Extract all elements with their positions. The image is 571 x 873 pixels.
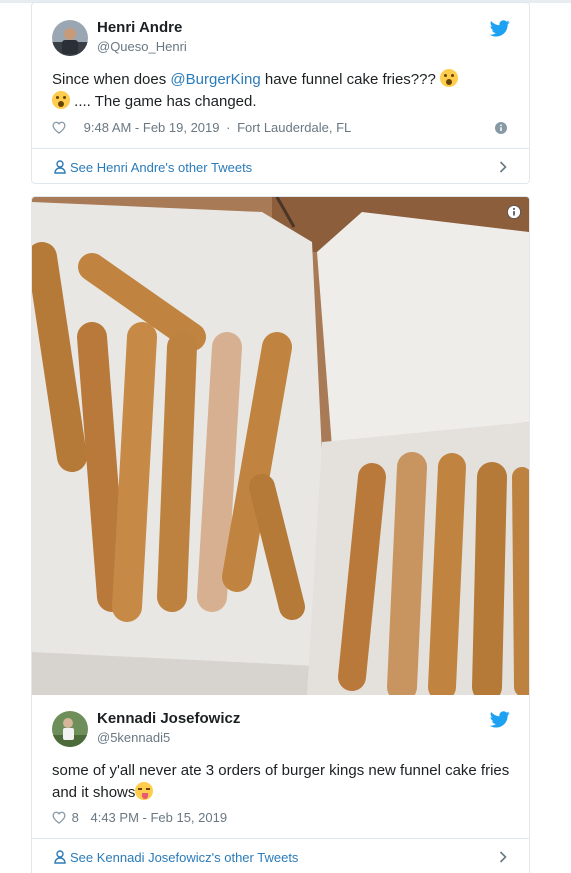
funnel-cake-fries-image [32, 197, 529, 702]
tweet-text-part: .... The game has changed. [70, 93, 257, 110]
tweet-card-henri[interactable]: Henri Andre @Queso_Henri Since when does… [31, 2, 530, 184]
twitter-bird-icon[interactable] [490, 711, 510, 728]
chevron-right-icon[interactable] [499, 161, 507, 173]
author-name[interactable]: Henri Andre [97, 19, 182, 36]
see-other-tweets-label[interactable]: See Kennadi Josefowicz's other Tweets [70, 850, 298, 865]
twitter-bird-icon[interactable] [490, 20, 510, 37]
meta-separator: · [226, 120, 231, 135]
mention-link[interactable]: @BurgerKing [170, 71, 260, 88]
user-icon [54, 160, 66, 174]
see-other-tweets-link[interactable]: See Henri Andre's other Tweets [32, 149, 529, 183]
like-count[interactable]: 8 [72, 810, 79, 825]
author-handle[interactable]: @Queso_Henri [97, 39, 187, 54]
tweet-card-kennadi[interactable]: Kennadi Josefowicz @5kennadi5 some of y'… [31, 196, 530, 873]
tweet-meta: 9:48 AM - Feb 19, 2019 · Fort Lauderdale… [52, 120, 351, 135]
tweet-photo[interactable] [32, 197, 529, 702]
tweet-meta: 8 4:43 PM - Feb 15, 2019 [52, 810, 227, 825]
author-handle[interactable]: @5kennadi5 [97, 730, 170, 745]
yum-emoji [135, 782, 154, 800]
tweet-text: Since when does @BurgerKing have funnel … [52, 69, 512, 113]
avatar[interactable] [52, 20, 88, 56]
scream-emoji [52, 91, 70, 109]
tweet-text-part: have funnel cake fries??? [260, 71, 440, 88]
author-name[interactable]: Kennadi Josefowicz [97, 710, 240, 727]
see-other-tweets-link[interactable]: See Kennadi Josefowicz's other Tweets [32, 839, 529, 873]
tweet-text: some of y'all never ate 3 orders of burg… [52, 760, 512, 804]
info-icon[interactable] [495, 122, 507, 134]
heart-icon[interactable] [52, 121, 66, 134]
tweet-text-part: some of y'all never ate 3 orders of burg… [52, 762, 510, 801]
scream-emoji [440, 69, 458, 87]
user-icon [54, 850, 66, 864]
heart-icon[interactable] [52, 811, 66, 824]
avatar[interactable] [52, 711, 88, 747]
tweet-timestamp[interactable]: 9:48 AM - Feb 19, 2019 [84, 120, 220, 135]
tweet-text-part: Since when does [52, 71, 171, 88]
see-other-tweets-label[interactable]: See Henri Andre's other Tweets [70, 160, 252, 175]
chevron-right-icon[interactable] [499, 851, 507, 863]
info-icon[interactable] [507, 205, 521, 219]
tweet-location[interactable]: Fort Lauderdale, FL [237, 120, 351, 135]
tweet-timestamp[interactable]: 4:43 PM - Feb 15, 2019 [90, 810, 227, 825]
